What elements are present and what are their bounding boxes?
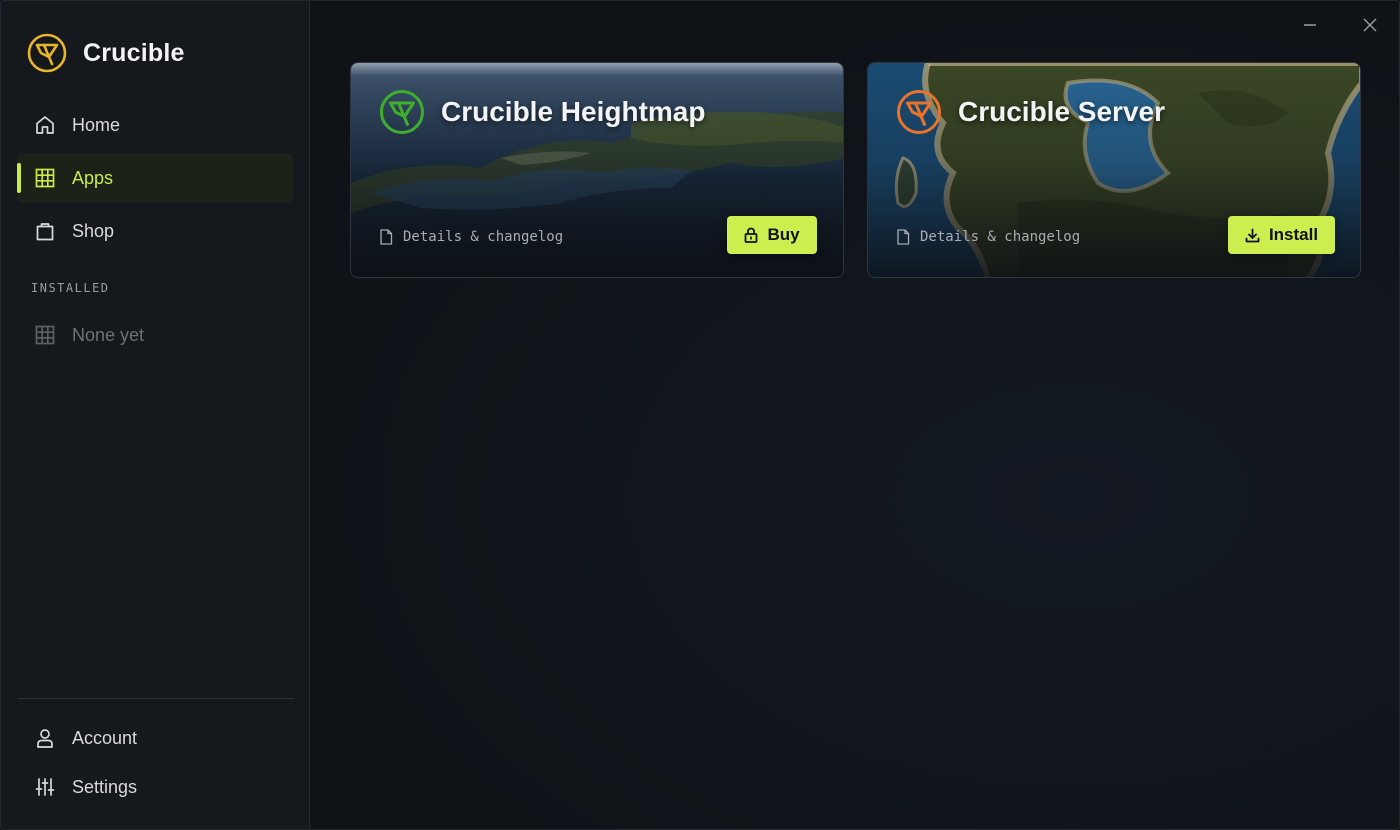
- install-button-label: Install: [1268, 225, 1319, 244]
- lock-icon: [745, 227, 758, 243]
- app-window: Crucible Home Apps Shop INSTALLED None y…: [0, 0, 1400, 830]
- buy-button-label: Buy: [767, 225, 800, 244]
- main-content: Crucible Heightmap Details & changelog B…: [311, 1, 1399, 829]
- grid-icon: [34, 324, 56, 346]
- app-title: Crucible Server: [958, 96, 1165, 127]
- nav-label-apps: Apps: [72, 167, 114, 188]
- nav-item-shop[interactable]: Shop: [17, 206, 293, 256]
- app-name: Crucible: [83, 38, 185, 67]
- details-link-label: Details & changelog: [403, 229, 564, 245]
- crucible-logo-icon: [27, 33, 67, 73]
- card-header: Crucible Server: [896, 89, 1165, 135]
- installed-empty-item: None yet: [17, 310, 293, 360]
- download-icon: [1245, 228, 1260, 242]
- document-icon: [897, 229, 910, 245]
- nav-item-apps[interactable]: Apps: [17, 153, 293, 203]
- installed-empty-label: None yet: [72, 324, 145, 345]
- nav-label-home: Home: [72, 114, 121, 135]
- details-changelog-link[interactable]: Details & changelog: [379, 227, 563, 247]
- user-icon: [34, 727, 56, 749]
- details-changelog-link[interactable]: Details & changelog: [896, 227, 1080, 247]
- details-link-label: Details & changelog: [920, 229, 1081, 245]
- app-card-server[interactable]: Crucible Server Details & changelog Inst…: [867, 62, 1361, 278]
- app-card-heightmap[interactable]: Crucible Heightmap Details & changelog B…: [350, 62, 844, 278]
- nav-label-shop: Shop: [72, 220, 115, 241]
- nav-item-settings[interactable]: Settings: [17, 762, 293, 812]
- home-icon: [34, 114, 56, 136]
- grid-icon: [34, 167, 56, 189]
- sidebar: Crucible Home Apps Shop INSTALLED None y…: [1, 1, 310, 829]
- card-header: Crucible Heightmap: [379, 89, 705, 135]
- active-indicator: [17, 163, 21, 193]
- close-button[interactable]: [1356, 11, 1384, 39]
- minimize-button[interactable]: [1296, 11, 1324, 39]
- minimize-icon: [1304, 24, 1316, 26]
- app-title: Crucible Heightmap: [441, 96, 706, 127]
- close-icon: [1363, 18, 1377, 32]
- installed-section-label: INSTALLED: [31, 281, 110, 295]
- sliders-icon: [34, 776, 56, 798]
- install-button[interactable]: Install: [1228, 216, 1335, 254]
- shopping-bag-icon: [34, 220, 56, 242]
- document-icon: [380, 229, 393, 245]
- nav-item-home[interactable]: Home: [17, 100, 293, 150]
- nav-label-settings: Settings: [72, 776, 138, 797]
- brand: Crucible: [27, 33, 185, 73]
- server-logo-icon: [897, 90, 941, 134]
- buy-button[interactable]: Buy: [727, 216, 817, 254]
- nav-label-account: Account: [72, 727, 138, 748]
- sidebar-divider: [18, 698, 294, 699]
- nav-item-account[interactable]: Account: [17, 713, 293, 763]
- heightmap-logo-icon: [380, 90, 424, 134]
